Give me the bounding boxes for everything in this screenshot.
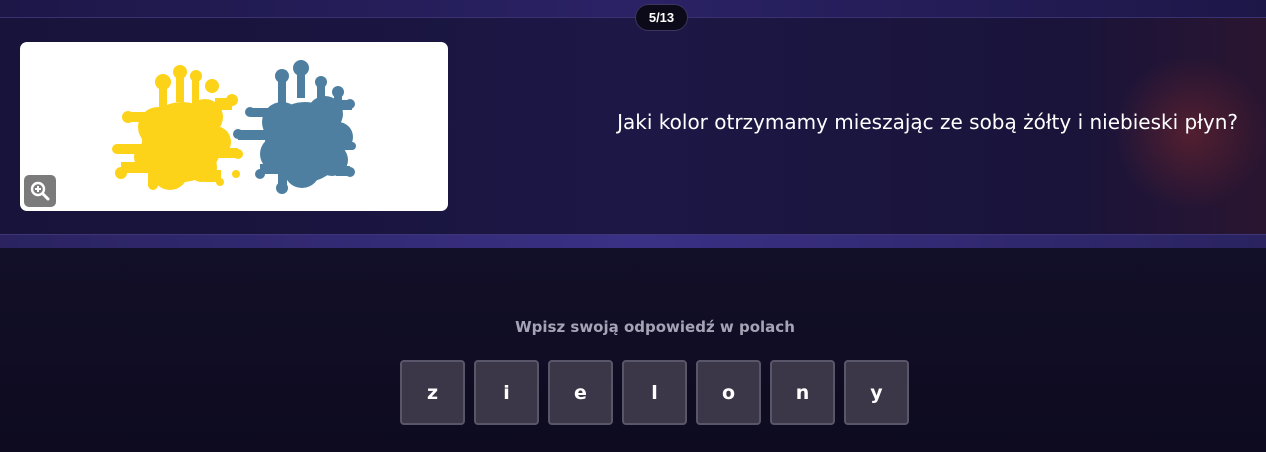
- question-image[interactable]: [20, 42, 448, 211]
- top-band: [0, 0, 1266, 18]
- letter-field-7[interactable]: y: [844, 360, 909, 425]
- yellow-paint-splat: [112, 65, 243, 190]
- letter-field-5[interactable]: o: [696, 360, 761, 425]
- letter-field-2[interactable]: i: [474, 360, 539, 425]
- zoom-in-icon: [30, 181, 50, 201]
- answer-letter-fields: z i e l o n y: [400, 360, 909, 425]
- letter-field-4[interactable]: l: [622, 360, 687, 425]
- question-text: Jaki kolor otrzymamy mieszając ze sobą ż…: [617, 110, 1238, 134]
- paint-splats-illustration: [112, 60, 356, 194]
- blue-paint-splat: [233, 60, 356, 194]
- letter-field-6[interactable]: n: [770, 360, 835, 425]
- answer-instruction: Wpisz swoją odpowiedź w polach: [515, 318, 795, 336]
- zoom-button[interactable]: [24, 175, 56, 207]
- question-counter: 5/13: [635, 4, 688, 31]
- panel-bottom-edge: [0, 234, 1266, 249]
- letter-field-3[interactable]: e: [548, 360, 613, 425]
- letter-field-1[interactable]: z: [400, 360, 465, 425]
